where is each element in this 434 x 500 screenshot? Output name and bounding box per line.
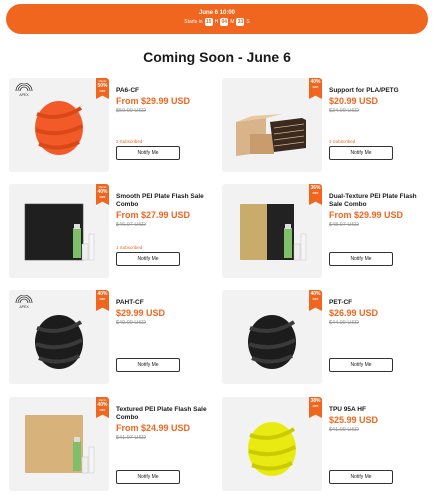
notify-me-button[interactable]: Notify Me (329, 358, 393, 372)
original-price: $49.99 USD (116, 320, 146, 326)
subscribed-count: 3 Subscribed (329, 139, 356, 144)
original-price: $41.99 USD (329, 427, 359, 433)
product-price: $29.99 USD (116, 308, 166, 318)
product-card[interactable]: APEX 40% OFF PAHT-CF $29.99 USD $49.99 U… (9, 290, 210, 384)
countdown-hours: 15 (204, 18, 213, 26)
orange-spool-icon (35, 101, 83, 155)
product-name[interactable]: PA6-CF (116, 87, 212, 95)
notify-me-button[interactable]: Notify Me (329, 252, 393, 266)
product-name[interactable]: Smooth PEI Plate Flash Sale Combo (116, 193, 212, 209)
product-image[interactable]: APEX 40% OFF (9, 290, 109, 384)
product-image[interactable]: 36% OFF (222, 184, 322, 278)
product-price: From $29.99 USD (116, 96, 191, 106)
product-card[interactable]: Up to 40% OFF Smooth PEI Plate Flash Sal… (9, 184, 210, 278)
original-price: $59.99 USD (116, 108, 146, 114)
product-card[interactable]: 40% OFF Support for PLA/PETG $20.99 USD … (222, 78, 423, 172)
textured-pei-plate-icon (25, 415, 95, 474)
sale-date: June 6 10:00 (198, 10, 236, 16)
subscribed-count: 1 Subscribed (116, 245, 143, 250)
product-price: From $29.99 USD (329, 210, 404, 220)
product-name[interactable]: Dual-Texture PEI Plate Flash Sale Combo (329, 193, 425, 209)
notify-me-button[interactable]: Notify Me (116, 146, 180, 160)
product-price: $25.99 USD (329, 415, 379, 425)
black-pei-plate-icon (24, 203, 95, 261)
countdown-timer: Starts in 15 H 04 M 33 S (6, 17, 428, 27)
product-name[interactable]: Textured PEI Plate Flash Sale Combo (116, 406, 212, 422)
product-card[interactable]: 38% OFF TPU 95A HF $25.99 USD $41.99 USD… (222, 397, 423, 491)
section-title: Coming Soon - June 6 (143, 49, 291, 65)
original-price: $44.99 USD (329, 320, 359, 326)
original-price: $34.99 USD (329, 108, 359, 114)
starts-label: Starts in (184, 19, 203, 25)
notify-me-button[interactable]: Notify Me (329, 146, 393, 160)
countdown-seconds: 33 (236, 18, 245, 26)
product-image[interactable]: 40% OFF (222, 290, 322, 384)
minutes-unit: M (230, 19, 235, 25)
hours-unit: H (214, 19, 219, 25)
original-price: $46.97 USD (116, 222, 146, 228)
subscribed-count: 2 Subscribed (116, 139, 143, 144)
product-image[interactable]: 40% OFF (222, 78, 322, 172)
product-image[interactable]: APEX Up to 50% OFF (9, 78, 109, 172)
product-price: From $27.99 USD (116, 210, 191, 220)
product-price: From $24.99 USD (116, 423, 191, 433)
product-name[interactable]: TPU 95A HF (329, 406, 425, 414)
product-name[interactable]: PET-CF (329, 299, 425, 307)
black-spool-icon (248, 315, 296, 369)
notify-me-button[interactable]: Notify Me (116, 470, 180, 484)
yellow-spool-icon (248, 422, 296, 476)
product-image[interactable]: Up to 40% OFF (9, 397, 109, 491)
notify-me-button[interactable]: Notify Me (116, 252, 180, 266)
product-card[interactable]: 36% OFF Dual-Texture PEI Plate Flash Sal… (222, 184, 423, 278)
support-blocks-icon (236, 114, 306, 156)
black-spool-icon (35, 315, 83, 369)
product-name[interactable]: PAHT-CF (116, 299, 212, 307)
product-card[interactable]: Up to 40% OFF Textured PEI Plate Flash S… (9, 397, 210, 491)
product-image[interactable]: Up to 40% OFF (9, 184, 109, 278)
gold-pei-plate-icon (240, 204, 307, 261)
product-price: $20.99 USD (329, 96, 379, 106)
original-price: $41.97 USD (116, 435, 146, 441)
countdown-minutes: 04 (220, 18, 229, 26)
notify-me-button[interactable]: Notify Me (329, 470, 393, 484)
countdown-banner[interactable]: June 6 10:00 Starts in 15 H 04 M 33 S (6, 4, 428, 34)
original-price: $48.97 USD (329, 222, 359, 228)
product-name[interactable]: Support for PLA/PETG (329, 87, 425, 95)
product-image[interactable]: 38% OFF (222, 397, 322, 491)
product-price: $26.99 USD (329, 308, 379, 318)
notify-me-button[interactable]: Notify Me (116, 358, 180, 372)
seconds-unit: S (246, 19, 250, 25)
product-card[interactable]: 40% OFF PET-CF $26.99 USD $44.99 USD Not… (222, 290, 423, 384)
product-card[interactable]: APEX Up to 50% OFF PA6-CF From $29.99 US… (9, 78, 210, 172)
